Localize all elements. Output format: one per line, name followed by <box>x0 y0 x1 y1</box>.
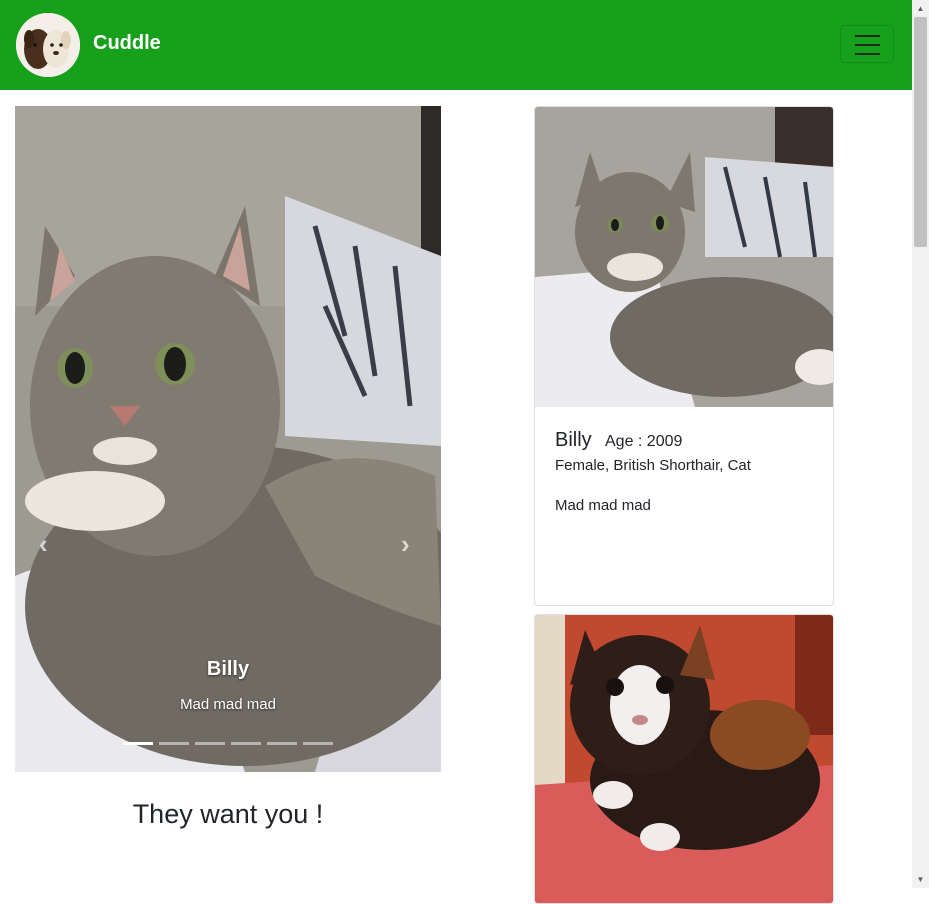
pet-description: Mad mad mad <box>555 497 651 514</box>
scroll-thumb[interactable] <box>914 17 927 247</box>
menu-bar <box>855 35 880 37</box>
pet-name[interactable]: Billy <box>555 429 592 452</box>
scroll-down-icon[interactable]: ▼ <box>912 871 929 888</box>
page-scrollbar[interactable]: ▲ ▼ <box>912 0 929 888</box>
carousel-next-icon[interactable]: › <box>401 531 410 557</box>
pet-card-photo <box>535 615 833 903</box>
carousel-caption-title: Billy <box>206 658 250 680</box>
page-tagline: They want you ! <box>132 799 324 829</box>
pet-card[interactable] <box>534 614 834 904</box>
carousel-indicator[interactable] <box>267 742 297 745</box>
pet-card-photo <box>535 107 833 407</box>
carousel-caption-text: Mad mad mad <box>180 696 276 713</box>
menu-bar <box>855 53 880 55</box>
menu-bar <box>855 44 880 46</box>
pet-card[interactable]: Billy Age : 2009 Female, British Shortha… <box>534 106 834 606</box>
carousel-indicator[interactable] <box>195 742 225 745</box>
top-navbar: Cuddle <box>0 0 912 90</box>
hamburger-menu-icon[interactable] <box>840 25 894 63</box>
pet-age: Age : 2009 <box>605 433 683 450</box>
carousel-indicator[interactable] <box>303 742 333 745</box>
carousel-indicator[interactable] <box>123 742 153 745</box>
carousel-indicator[interactable] <box>231 742 261 745</box>
puppies-logo-icon[interactable] <box>16 13 80 77</box>
pet-details: Female, British Shorthair, Cat <box>555 457 751 474</box>
brand-name[interactable]: Cuddle <box>93 31 161 55</box>
scroll-up-icon[interactable]: ▲ <box>912 0 929 17</box>
carousel-indicator[interactable] <box>159 742 189 745</box>
carousel-prev-icon[interactable]: ‹ <box>39 531 48 557</box>
